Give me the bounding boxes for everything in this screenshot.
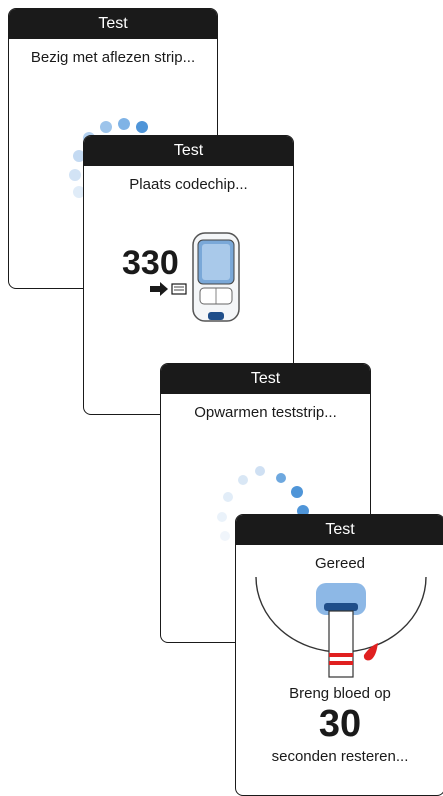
status-message: Bezig met aflezen strip... [30, 49, 196, 66]
countdown-label: seconden resteren... [271, 748, 409, 765]
screen-title: Test [236, 515, 443, 545]
status-message: Opwarmen teststrip... [194, 404, 337, 421]
countdown-number: 30 [318, 703, 362, 745]
status-message: Plaats codechip... [129, 176, 248, 193]
code-number: 330 [122, 244, 179, 282]
instruction-text: Breng bloed op [289, 685, 391, 702]
screen-title: Test [9, 9, 217, 39]
meter-device-icon [192, 232, 240, 322]
screen-title: Test [161, 364, 370, 394]
status-message: Gereed [314, 555, 366, 572]
screen-ready-apply-blood: Test Gereed Breng bloed op 30 seconden r… [235, 514, 443, 796]
screen-title: Test [84, 136, 293, 166]
test-strip-icon [255, 576, 427, 678]
